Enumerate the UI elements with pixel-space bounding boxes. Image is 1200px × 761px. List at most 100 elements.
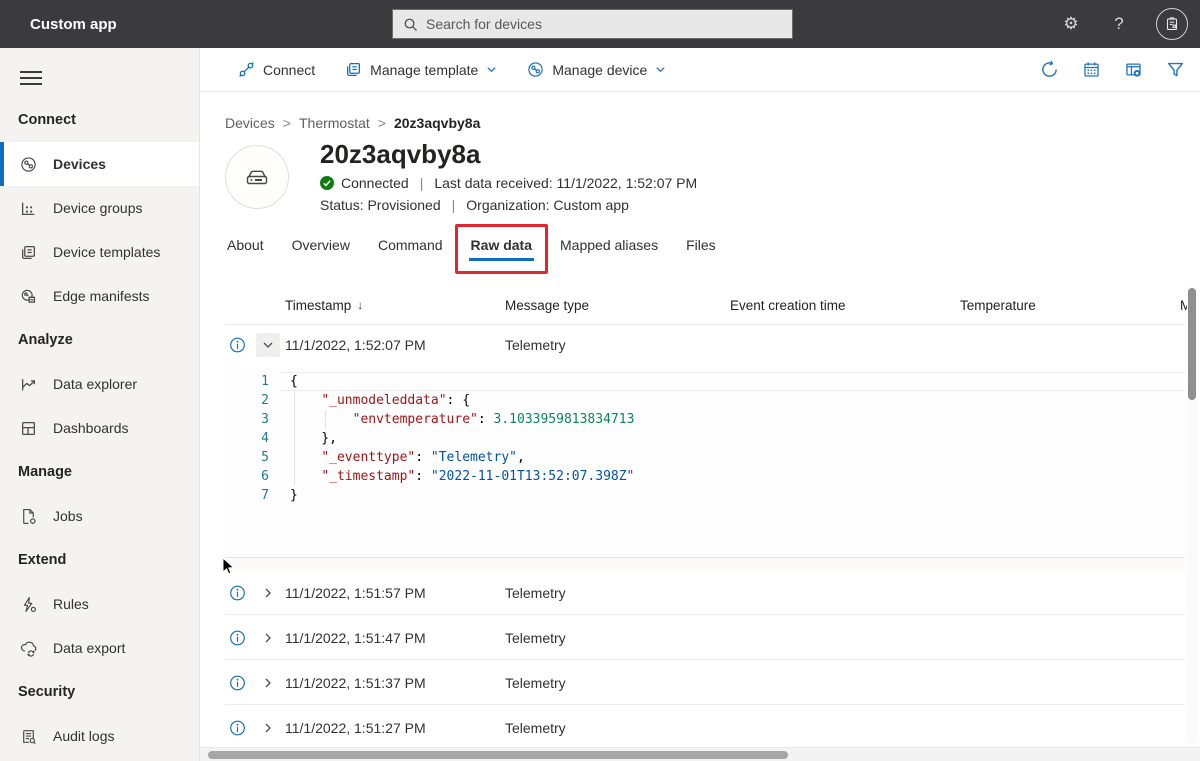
line-number: 2 [225, 391, 269, 410]
code-line: 3 "envtemperature": 3.1033959813834713 [225, 410, 1185, 429]
provision-status: Status: Provisioned [320, 197, 441, 213]
column-header-event-creation-time[interactable]: Event creation time [730, 285, 846, 325]
sidebar-item-edge-manifests[interactable]: Edge manifests [0, 274, 199, 318]
manage-device-button[interactable]: Manage device [527, 61, 666, 78]
breadcrumb-separator: > [283, 115, 291, 131]
sidebar-item-jobs[interactable]: Jobs [0, 494, 199, 538]
sidebar-item-label: Edge manifests [53, 288, 150, 304]
sort-descending-icon: ↓ [357, 298, 363, 312]
data-explorer-icon [20, 376, 37, 393]
cell-timestamp: 11/1/2022, 1:51:37 PM [285, 661, 426, 704]
device-templates-icon [20, 244, 37, 261]
line-number: 1 [225, 372, 269, 391]
table-row[interactable]: 11/1/2022, 1:52:07 PMTelemetry [225, 325, 1185, 365]
column-header-message-type[interactable]: Message type [505, 285, 589, 325]
tab-raw-data[interactable]: Raw data [469, 231, 534, 265]
top-app-bar: Custom app ⚙ ? [0, 0, 1200, 48]
expand-chevron-icon[interactable] [256, 581, 280, 605]
sidebar-item-rules[interactable]: Rules [0, 582, 199, 626]
account-avatar[interactable] [1156, 8, 1188, 40]
sidebar-item-data-export[interactable]: Data export [0, 626, 199, 670]
indent-guide [325, 410, 326, 429]
info-icon[interactable] [229, 674, 246, 691]
tab-about[interactable]: About [225, 231, 266, 265]
breadcrumb-item-thermostat[interactable]: Thermostat [299, 115, 370, 131]
breadcrumb-item-devices[interactable]: Devices [225, 115, 275, 131]
info-icon[interactable] [229, 629, 246, 646]
code-line: 2 "_unmodeleddata": { [225, 391, 1185, 410]
tab-label: Command [378, 237, 443, 253]
device-search-box[interactable] [392, 9, 793, 39]
table-row[interactable]: 11/1/2022, 1:51:37 PM Telemetry [225, 661, 1185, 705]
expand-chevron-icon[interactable] [256, 671, 280, 695]
vertical-scrollbar[interactable] [1187, 287, 1197, 743]
horizontal-scrollbar[interactable] [200, 747, 1200, 761]
id-badge-icon [1163, 15, 1181, 33]
sidebar-section-extend: Extend [0, 538, 199, 582]
tab-files[interactable]: Files [684, 231, 718, 265]
expand-chevron-icon[interactable] [256, 626, 280, 650]
sidebar-item-label: Audit logs [53, 728, 114, 744]
expand-chevron-icon[interactable] [256, 716, 280, 740]
page-title: 20z3aqvby8a [320, 139, 480, 170]
settings-gear-icon[interactable]: ⚙ [1060, 13, 1082, 35]
sidebar-item-device-groups[interactable]: Device groups [0, 186, 199, 230]
search-input[interactable] [426, 16, 782, 32]
main-content: Connect Manage template Manage device [200, 48, 1200, 761]
table-row[interactable]: 11/1/2022, 1:51:47 PMTelemetry [225, 616, 1185, 660]
tab-mapped-aliases[interactable]: Mapped aliases [558, 231, 660, 265]
sidebar-item-devices[interactable]: Devices [0, 142, 199, 186]
device-status-line: Connected | Last data received: 11/1/202… [320, 175, 697, 191]
sidebar-item-device-templates[interactable]: Device templates [0, 230, 199, 274]
code-text: "envtemperature": 3.1033959813834713 [290, 410, 634, 429]
table-row[interactable]: 11/1/2022, 1:51:27 PMTelemetry [225, 706, 1185, 750]
refresh-icon[interactable] [1040, 60, 1060, 80]
rules-icon [20, 596, 37, 613]
code-text: "_eventtype": "Telemetry", [290, 448, 525, 467]
line-number: 5 [225, 448, 269, 467]
sidebar-nav: ConnectDevicesDevice groupsDevice templa… [0, 48, 200, 761]
sidebar-item-audit-logs[interactable]: Audit logs [0, 714, 199, 758]
column-header-timestamp[interactable]: Timestamp↓ [285, 285, 363, 325]
calendar-icon[interactable] [1082, 60, 1102, 80]
tab-command[interactable]: Command [376, 231, 445, 265]
indent-guide [294, 391, 295, 486]
device-tabs: About Overview Command Raw data Mapped alias… [225, 231, 718, 265]
column-header-temperature[interactable]: Temperature [960, 285, 1036, 325]
line-number: 6 [225, 467, 269, 486]
organization-label: Organization: Custom app [466, 197, 629, 213]
sidebar-item-label: Dashboards [53, 420, 129, 436]
sidebar-section-manage: Manage [0, 450, 199, 494]
cell-message-type: Telemetry [505, 661, 566, 704]
sidebar-item-dashboards[interactable]: Dashboards [0, 406, 199, 450]
help-icon[interactable]: ? [1108, 13, 1130, 35]
manage-template-button[interactable]: Manage template [345, 61, 497, 78]
horizontal-scrollbar-thumb[interactable] [208, 751, 788, 759]
info-icon[interactable] [229, 719, 246, 736]
code-line: 4 }, [225, 429, 1185, 448]
info-icon[interactable] [229, 584, 246, 601]
cell-timestamp: 11/1/2022, 1:51:27 PM [285, 706, 426, 749]
code-line: 7} [225, 486, 1185, 505]
code-text: { [290, 372, 298, 391]
vertical-scrollbar-thumb[interactable] [1188, 288, 1196, 400]
info-icon[interactable] [229, 337, 246, 354]
hamburger-menu-button[interactable] [0, 58, 199, 98]
table-row[interactable]: 11/1/2022, 1:51:57 PMTelemetry [225, 571, 1185, 615]
raw-data-code-editor[interactable]: 1 {2 "_unmodeleddata": {3 "envtemperature… [225, 365, 1185, 557]
column-options-icon[interactable] [1124, 60, 1144, 80]
filter-icon[interactable] [1166, 60, 1186, 80]
tab-overview[interactable]: Overview [290, 231, 352, 265]
connect-button[interactable]: Connect [238, 61, 315, 78]
tab-label: Raw data [471, 237, 532, 253]
devices-icon [20, 156, 37, 173]
breadcrumb-separator: > [378, 115, 386, 131]
command-bar: Connect Manage template Manage device [200, 48, 1200, 92]
collapse-chevron-icon[interactable] [256, 333, 280, 357]
tab-label: Mapped aliases [560, 237, 658, 253]
sidebar-item-data-explorer[interactable]: Data explorer [0, 362, 199, 406]
audit-logs-icon [20, 728, 37, 745]
template-stack-icon [345, 61, 362, 78]
sidebar-item-label: Devices [53, 156, 106, 172]
cell-timestamp: 11/1/2022, 1:52:07 PM [285, 325, 426, 365]
